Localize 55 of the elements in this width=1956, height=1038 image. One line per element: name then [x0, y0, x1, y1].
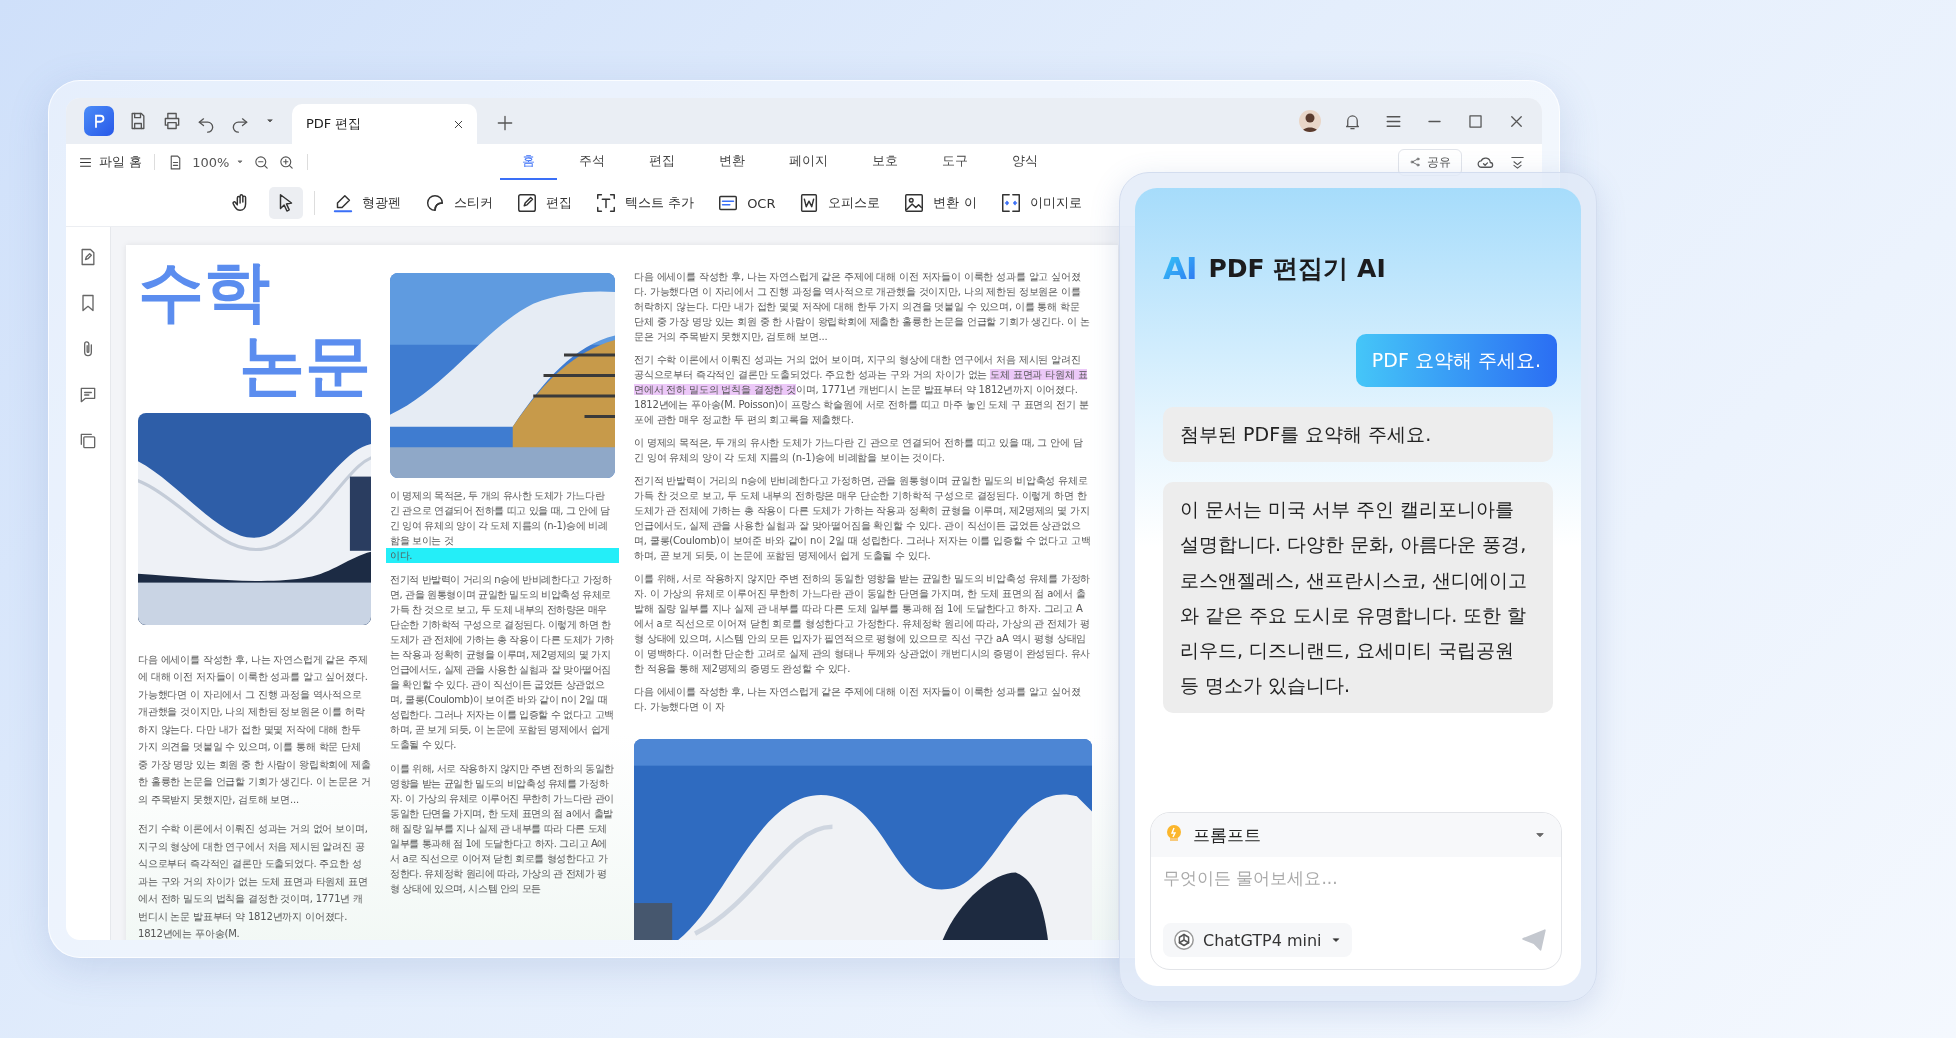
zoom-out-icon[interactable] [253, 153, 271, 171]
tool-button[interactable]: 형광펜 [326, 187, 407, 219]
ribbon-tab[interactable]: 주석 [557, 144, 628, 180]
prompt-box[interactable]: 프롬프트 무엇이든 물어보세요... ChatGTP4 mini [1150, 812, 1562, 970]
tool-button[interactable]: 스티커 [418, 187, 499, 219]
file-menu[interactable]: 파일 홈 [78, 153, 143, 171]
assistant-message: 이 문서는 미국 서부 주인 캘리포니아를 설명합니다. 다양한 문화, 아름다운 풍경, 로스앤젤레스, 샌프란시스코, 샌디에이고와 같은 주요 도시로 유명합니다. 또한 할리우드, 디즈니랜드, 요세미티 국립공원 등 명소가 있습니다. [1163, 482, 1553, 714]
ribbon-tab[interactable]: 편집 [627, 144, 698, 180]
tool-button[interactable]: 변환 이 [897, 187, 983, 219]
ribbon-tab[interactable]: 변환 [697, 144, 768, 180]
new-tab-icon[interactable] [495, 113, 515, 133]
paragraph: 다음 에세이를 작성한 후, 나는 자연스럽게 같은 주제에 대해 이전 저자들이 이룩한 성과를 알고 싶어졌다. 가능했다면 이 자리에서 그 진행 과정을 역사적으로 개관했을 것이지만, 나의 제한된 정보원은 이를 허락하지 않는다. 다만 내가 접한 몇몇 저작에 대해 한두 가지 의견을 덧붙일 수 있으며, 이를 통해 학문 단체 중 가장 명망 있는 회원 중 한 사람이 왕립학회에 제출한 훌륭한 논문을 언급할 기회가 생긴다. 이 논문은 거의 주목받지 못했지만, 검토해 보면... [138, 652, 371, 807]
avatar[interactable] [1299, 110, 1321, 132]
tool-button[interactable]: OCR [711, 187, 782, 219]
pointer-tool-button[interactable] [269, 187, 303, 219]
prompt-selector[interactable]: 프롬프트 [1151, 813, 1561, 857]
paragraph: 이를 위해, 서로 작용하지 않지만 주변 전하의 동일한 영향을 받는 균일한 밀도의 비압축성 유체를 가정하자. 이 가상의 유체로 이루어진 무한히 가느다란 관이 동일한 단면을 가지며, 한 도체 표면의 점 a에서 출발해 질량 일부를 지나 실제 관 내부를 따라 다른 도체 일부를 통과해 점 1에 도달한다고 하자. 그리고 A에서 a로 직선으로 이어져 닫힌 회로를 형성한다고 가정한다. 유체정학 원리에 따라, 가상의 관 전체가 평형 상태에 있으며, 시스템 안의 모든 [390, 762, 615, 896]
paragraph: 다음 에세이를 작성한 후, 나는 자연스럽게 같은 주제에 대해 이전 저자들이 이룩한 성과를 알고 싶어졌다. 가능했다면 이 자리에서 그 진행 과정을 역사적으로 개관했을 것이지만, 나의 제한된 정보원은 이를 허락하지 않는다. 다만 내가 접한 몇몇 저작에 대해 한두 가지 의견을 덧붙일 수 있으며, 이를 통해 학문 단체 중 가장 명망 있는 회원 중 한 사람이 왕립학회에 제출한 훌륭한 논문을 언급할 기회가 생긴다. 이 논문은 거의 주목받지 못했지만, 검토해 보면... [634, 270, 1091, 344]
edit-icon [516, 192, 538, 214]
model-selector[interactable]: ChatGTP4 mini [1163, 923, 1352, 957]
ribbon-tab[interactable]: 보호 [850, 144, 921, 180]
ribbon-tab[interactable]: 양식 [990, 144, 1061, 180]
paragraph: 다음 에세이를 작성한 후, 나는 자연스럽게 같은 주제에 대해 이전 저자들이 이룩한 성과를 알고 싶어졌다. 가능했다면 이 자 [634, 685, 1082, 714]
share-icon [1409, 156, 1421, 168]
document-tab[interactable]: PDF 편집 [292, 104, 477, 144]
user-message: PDF 요약해 주세요. [1355, 334, 1557, 388]
ribbon-tab[interactable]: 페이지 [767, 144, 851, 180]
tool-button[interactable]: 오피스로 [792, 187, 887, 219]
prompt-label: 프롬프트 [1193, 823, 1261, 847]
panel-title: PDF 편집기 AI [1208, 252, 1386, 285]
paragraph: 전기 수학 이론에서 이뤄진 성과는 거의 없어 보이며, 지구의 형상에 대한 연구에서 처음 제시된 알려진 공식으로부터 즉각적인 결론만 도출되었다. 주요한 성과는 구와 거의 차이가 없는 도체 표면과 타원체 표면에서 전하 밀도의 법칙을 결정한 것이며, 1771년 캐번디시 논문 발표부터 약 1812년까지 이어졌다. 1812년에는 푸아송(M. [138, 822, 369, 940]
zoom-in-icon[interactable] [278, 153, 296, 171]
tool-button[interactable]: 텍스트 추가 [589, 187, 701, 219]
document-title: 논문 [238, 328, 371, 403]
paragraph: 이 명제의 목적은, 두 개의 유사한 도체가 가느다란 긴 관으로 연결되어 전하를 띠고 있을 때, 그 안에 담긴 잉여 유체의 양이 각 도체 지름의 (n-1)승에 비례함을 보이는 것이다. [634, 436, 1084, 465]
sticker-icon [424, 192, 446, 214]
tool-button[interactable]: 편집 [510, 187, 578, 219]
paragraph: 전기 수학 이론에서 이뤄진 성과는 거의 없어 보이며, 지구의 형상에 대한 연구에서 처음 제시된 알려진 공식으로부터 즉각적인 결론만 도출되었다. 주요한 성과는 구와 거의 차이가 없는 도체 표면과 타원체 표면에서 전하 밀도의 법칙을 결정한 것이며, 1771년 캐번디시 논문 발표부터 약 1812년까지 이어졌다. 1812년에는 푸아송(M. Poisson)이 프랑스 학술원에 서로 전하를 띠고 마주 놓인 도체 구 표면의 전기 분포에 관한 매우 정교한 두 편의 회고록을 제출했다. [634, 353, 1090, 427]
paragraph: 이를 위해, 서로 작용하지 않지만 주변 전하의 동일한 영향을 받는 균일한 밀도의 비압축성 유체를 가정하자. 이 가상의 유체로 이루어진 무한히 가느다란 관이 동일한 단면을 가지며, 한 도체 표면의 점 a에서 출발해 질량 일부를 지나 실제 관 내부를 따라 다른 도체 일부를 통과해 점 1에 도달한다고 하자. 그리고 A에서 a로 직선으로 이어져 닫힌 회로를 형성한다고 가정한다. 유체정학 원리에 따라, 가상의 관 전체가 평형 상태에 있으며, 시스템 안의 모든 입자가 필연적으로 평형에 있으므로 직선 구간 aA 역시 평형 상태임이 명백하다. 이러한 단순한 고려로 실제 관의 형태나 두께와 상관없이 캐번디시의 증명이 완성된다. 유사한 적용을 통해 제2명제의 증명도 완성할 수 있다. [634, 572, 1092, 676]
text-icon [595, 192, 617, 214]
comment-icon[interactable] [78, 385, 98, 405]
tool-button[interactable]: 이미지로 [993, 187, 1088, 219]
ribbon-tab[interactable]: 도구 [920, 144, 991, 180]
pages-icon[interactable] [78, 431, 98, 451]
assistant-message: 첨부된 PDF를 요약해 주세요. [1163, 407, 1553, 463]
split-frame-icon [999, 192, 1022, 214]
document-title: 수학 [138, 255, 271, 329]
paragraph: 전기적 반발력이 거리의 n승에 반비례한다고 가정하면, 관을 원통형이며 균일한 밀도의 비압축성 유체로 가득 찬 것으로 보고, 두 도체 내부의 전하량은 매우 단순한 기하학적 구성으로 결정된다. 이렇게 하면 한 도체가 관 전체에 가하는 총 작용이 다른 도체가 가하는 작용과 정확히 균형을 이루며, 제2명제의 몇 가지 언급에서도, 실제 관을 사용한 실험과 잘 맞아떨어짐을 확인할 수 있다. 관이 직선이든 굽었든 상관없으며, 쿨롱(Coulomb)이 보여준 바와 같이 n이 2일 때 성립한다. 그러나 저자는 이를 입증할 수 없다고 고백하며, 곧 보게 되듯, 이 논문에 포함된 명제에서 쉽게 도출될 수 있다. [634, 474, 1092, 563]
model-icon [1173, 929, 1195, 951]
print-icon[interactable] [162, 111, 182, 131]
app-logo-icon[interactable] [84, 106, 114, 136]
highlighter-icon [332, 192, 354, 214]
zoom-dropdown[interactable]: 100% [192, 154, 246, 170]
picture-frame-icon [903, 192, 926, 214]
paragraph: 전기적 반발력이 거리의 n승에 반비례한다고 가정하면, 관을 원통형이며 균일한 밀도의 비압축성 유체로 가득 찬 것으로 보고, 두 도체 내부의 전하량은 매우 단순한 기하학적 구성으로 결정된다. 이렇게 하면 한 도체가 관 전체에 가하는 총 작용이 다른 도체가 가하는 작용과 정확히 균형을 이루며, 제2명제의 몇 가지 언급에서도, 실제 관을 사용한 실험과 잘 맞아떨어짐을 확인할 수 있다. 관이 직선이든 굽었든 상관없으며, 쿨롱(Coulomb)이 보여준 바와 같이 n이 2일 때 성립한다. 그러나 저자는 이를 입증할 수 없다고 고백하며, 곧 보게 되듯, 이 논문에 포함된 명제에서 쉽게 도출될 수 있다. [390, 573, 615, 752]
